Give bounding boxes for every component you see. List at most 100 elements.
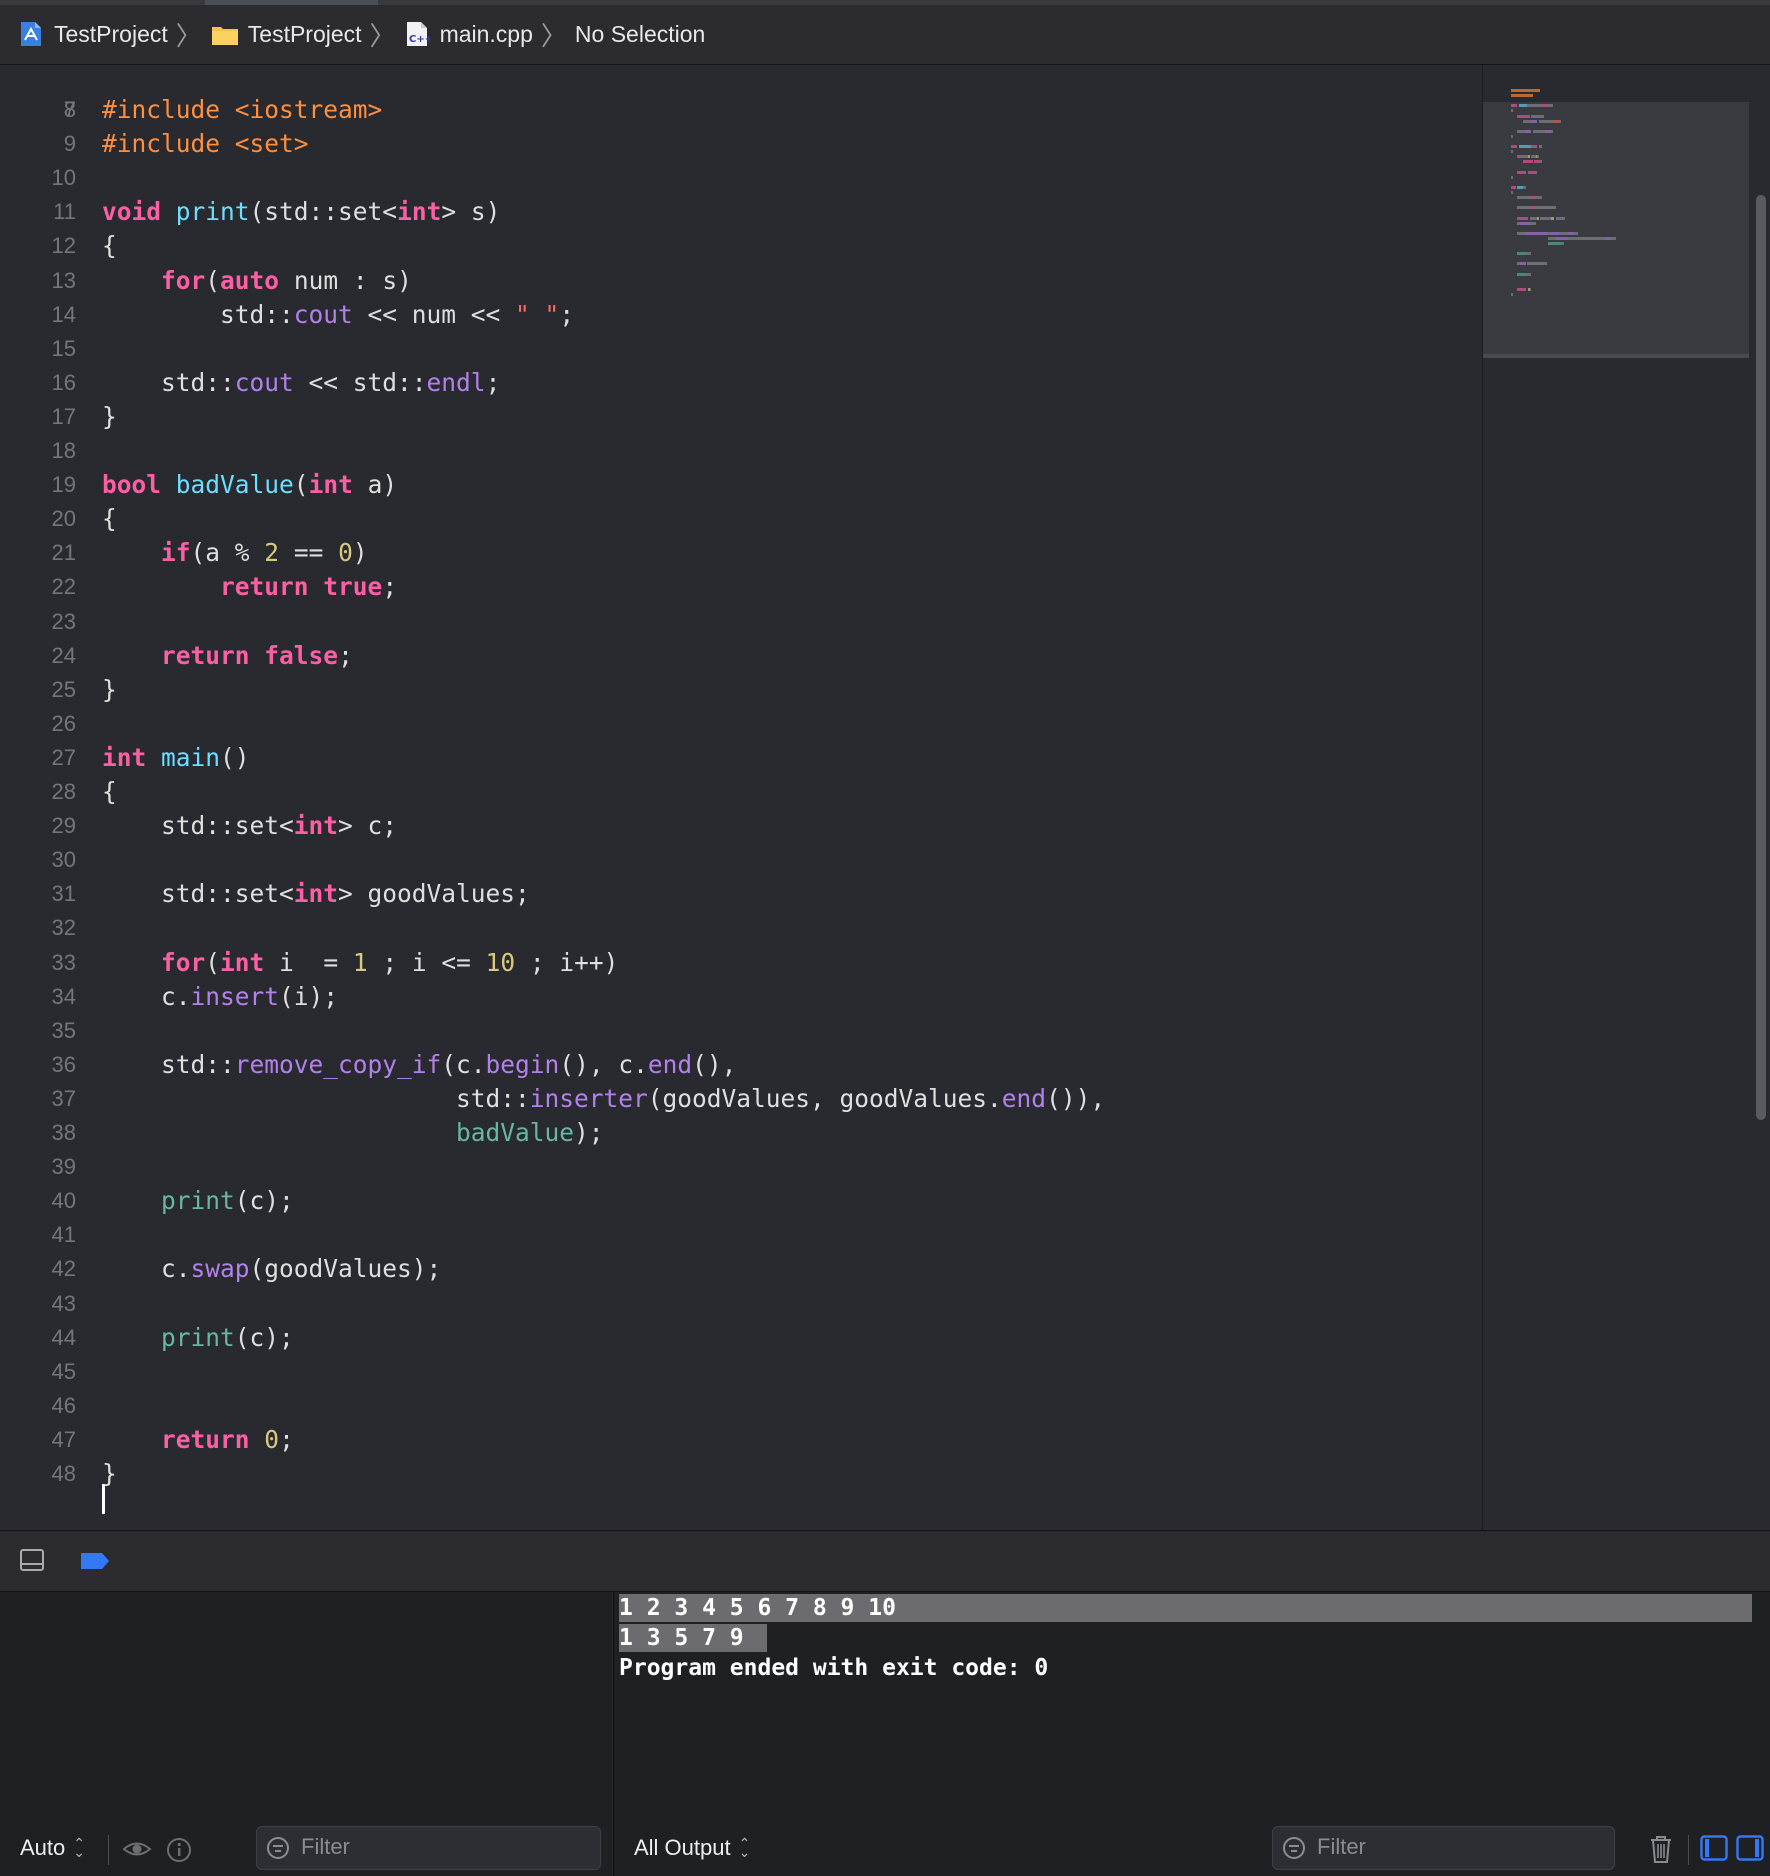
code-line[interactable]: 10 <box>0 161 1482 195</box>
filter-icon <box>1283 1837 1305 1859</box>
code-token: > c; <box>338 811 398 841</box>
minimap[interactable] <box>1482 65 1753 1530</box>
output-scope-popup[interactable]: All Output ⌃ ⌄ <box>634 1830 750 1866</box>
code-line[interactable]: 9 #include <set> <box>0 127 1482 161</box>
code-token: (c. <box>441 1049 486 1079</box>
minimap-line <box>1610 236 1617 240</box>
breadcrumb-folder[interactable]: TestProject <box>210 20 362 48</box>
code-line[interactable]: 32 <box>0 911 1482 945</box>
code-line[interactable]: 34 c.insert(i); <box>0 980 1482 1014</box>
code-line[interactable]: 23 <box>0 605 1482 639</box>
code-line[interactable]: 45 <box>0 1355 1482 1389</box>
info-icon[interactable] <box>166 1837 192 1863</box>
code-line[interactable]: 31 std::set<int> goodValues; <box>0 877 1482 911</box>
code-line[interactable]: 41 <box>0 1218 1482 1252</box>
divider <box>1688 1835 1689 1865</box>
code-line[interactable]: 18 <box>0 434 1482 468</box>
line-number: 20 <box>51 506 76 532</box>
code-line[interactable]: 8 #include <iostream> <box>0 93 1482 127</box>
code-line[interactable]: 36 std::remove_copy_if(c.begin(), c.end(… <box>0 1048 1482 1082</box>
code-token: c. <box>102 981 191 1011</box>
code-line[interactable]: 21 if(a % 2 == 0) <box>0 536 1482 570</box>
code-token: 10 <box>485 947 516 977</box>
code-line[interactable]: 12 { <box>0 229 1482 263</box>
minimap-viewport[interactable] <box>1483 102 1749 358</box>
code-token: (c); <box>234 1186 294 1216</box>
code-line[interactable]: 19 bool badValue(int a) <box>0 468 1482 502</box>
variables-scope-popup[interactable]: Auto ⌃ ⌄ <box>20 1830 85 1866</box>
xcode-project-icon <box>21 22 41 46</box>
code-text: bool badValue(int a) <box>102 468 397 502</box>
code-line[interactable]: 40 print(c); <box>0 1184 1482 1218</box>
code-line[interactable]: 28 { <box>0 775 1482 809</box>
line-number: 21 <box>51 540 76 566</box>
text-cursor <box>102 1484 105 1514</box>
code-text: { <box>102 775 117 809</box>
code-line[interactable]: 37 std::inserter(goodValues, goodValues.… <box>0 1082 1482 1116</box>
breadcrumb-separator: 〉 <box>540 20 567 51</box>
hide-console-icon[interactable] <box>1736 1834 1764 1862</box>
code-line[interactable]: 13 for(auto num : s) <box>0 264 1482 298</box>
code-line[interactable]: 11 void print(std::set<int> s) <box>0 195 1482 229</box>
code-token: swap <box>190 1254 250 1284</box>
line-number: 28 <box>51 779 76 804</box>
code-line[interactable]: 39 <box>0 1150 1482 1184</box>
code-line[interactable]: 33 for(int i = 1 ; i <= 10 ; i++) <box>0 946 1482 980</box>
code-line[interactable]: 22 return true; <box>0 570 1482 604</box>
source-editor[interactable]: 7 8 #include <iostream> 9 #include <set> 10 1… <box>0 65 1482 1530</box>
breakpoints-icon[interactable] <box>80 1552 110 1570</box>
breadcrumb-project[interactable]: TestProject <box>18 20 168 48</box>
breadcrumb-selection[interactable]: No Selection <box>575 21 705 48</box>
console-filter-field[interactable]: Filter <box>1272 1826 1615 1870</box>
vertical-scrollbar[interactable] <box>1756 195 1766 1120</box>
variables-filter-field[interactable]: Filter <box>256 1826 601 1870</box>
hide-variables-view-icon[interactable] <box>1700 1834 1728 1862</box>
code-line[interactable]: 25} <box>0 673 1482 707</box>
code-text: } <box>102 673 117 707</box>
line-number: 15 <box>51 335 76 361</box>
code-line[interactable]: 27 int main() <box>0 741 1482 775</box>
code-line[interactable]: 24 return false; <box>0 639 1482 673</box>
code-token: (c); <box>234 1322 294 1352</box>
code-line[interactable]: 17} <box>0 400 1482 434</box>
code-token: std:: <box>102 1049 235 1079</box>
code-text: { <box>102 502 117 536</box>
code-token: ; <box>559 299 575 329</box>
breadcrumb-file[interactable]: C++ main.cpp <box>404 20 533 48</box>
code-line[interactable]: 48} <box>0 1457 1482 1491</box>
code-line[interactable]: 29 std::set<int> c; <box>0 809 1482 843</box>
eye-icon[interactable] <box>122 1838 152 1860</box>
code-line[interactable]: 15 <box>0 332 1482 366</box>
code-token: > goodValues; <box>338 879 530 909</box>
debug-area-toggle-icon[interactable] <box>20 1549 44 1571</box>
code-line[interactable]: 46 <box>0 1389 1482 1423</box>
code-token: int <box>397 197 442 227</box>
code-token: i = <box>264 947 353 977</box>
line-number: 23 <box>51 608 76 634</box>
breadcrumb-project-label: TestProject <box>54 20 168 47</box>
trash-icon[interactable] <box>1648 1834 1674 1864</box>
code-line[interactable]: 14 std::cout << num << " "; <box>0 298 1482 332</box>
minimap-line <box>1517 170 1527 174</box>
minimap-line <box>1535 170 1538 174</box>
code-line[interactable]: 16 std::cout << std::endl; <box>0 366 1482 400</box>
code-line[interactable]: 35 <box>0 1014 1482 1048</box>
code-line[interactable]: 44 print(c); <box>0 1321 1482 1355</box>
code-token: print <box>175 197 250 227</box>
code-token: 2 <box>264 538 280 568</box>
code-line[interactable]: 30 <box>0 843 1482 877</box>
code-line[interactable]: 38 badValue); <box>0 1116 1482 1150</box>
minimap-line <box>1573 231 1578 235</box>
output-scope-label: All Output <box>634 1835 731 1860</box>
code-line[interactable]: 47 return 0; <box>0 1423 1482 1457</box>
code-line[interactable]: 43 <box>0 1287 1482 1321</box>
code-line[interactable]: 26 <box>0 707 1482 741</box>
code-line[interactable]: 20 { <box>0 502 1482 536</box>
line-number: 32 <box>51 915 76 941</box>
active-tab-indicator <box>205 0 378 5</box>
code-line[interactable]: 42 c.swap(goodValues); <box>0 1252 1482 1286</box>
